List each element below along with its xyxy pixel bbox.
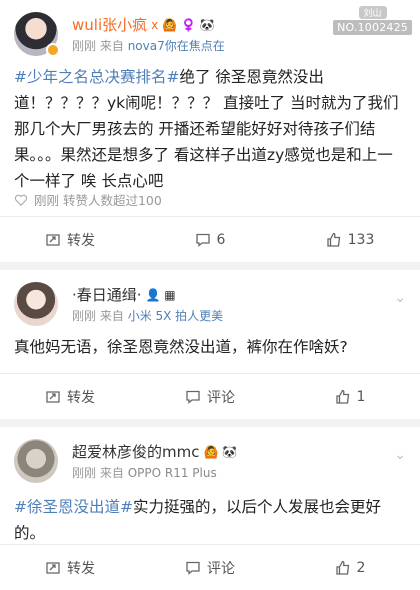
comment-button[interactable]: 评论 <box>140 374 280 419</box>
post-meta: 刚刚 来自 小米 5X 拍人更美 <box>72 307 223 324</box>
like-count: 133 <box>347 231 375 248</box>
hashtag-link[interactable]: #徐圣恩没出道# <box>14 498 133 516</box>
username[interactable]: ·春日通缉· <box>72 284 142 305</box>
stats-text: 刚刚 转赞人数超过100 <box>34 193 162 208</box>
post-source[interactable]: OPPO R11 Plus <box>128 466 217 480</box>
watermark: 刘山 NO.1002425 <box>333 6 412 35</box>
post-text: 真他妈无语，徐圣恩竟然没出道，裤你在作啥妖? <box>14 334 408 360</box>
post-card: 超爱林彦俊的mmc 🙆 🐼 刚刚 来自 OPPO R11 Plus ⌄ #徐圣恩… <box>0 427 420 590</box>
comment-button[interactable]: 评论 <box>140 545 280 590</box>
repost-label: 转发 <box>67 389 95 406</box>
repost-icon <box>46 233 60 246</box>
comment-icon <box>195 233 210 247</box>
like-button[interactable]: 1 <box>280 374 420 419</box>
action-bar: 转发 6 133 <box>0 216 420 262</box>
comment-label: 评论 <box>207 389 235 406</box>
repost-label: 转发 <box>67 232 95 249</box>
comment-label: 评论 <box>207 560 235 577</box>
thumbs-up-icon <box>326 232 340 247</box>
username[interactable]: wuli张小疯 <box>72 14 147 35</box>
post-text: #徐圣恩没出道#实力挺强的，以后个人发展也会更好的。 <box>14 494 408 546</box>
repost-icon <box>46 561 60 574</box>
action-bar: 转发 评论 2 <box>0 544 420 590</box>
thumbs-up-icon <box>335 389 349 404</box>
source-prefix: 来自 <box>99 39 124 53</box>
post-body: 绝了 徐圣恩竟然没出道！？？？？yk闹呢！？？？ 直接吐了 当时就为了我们那几个… <box>14 68 399 190</box>
user-badges-icon: 🙆 🐼 <box>203 444 238 459</box>
watermark-number: NO.1002425 <box>333 20 412 35</box>
like-button[interactable]: 133 <box>280 217 420 262</box>
chevron-down-icon[interactable]: ⌄ <box>394 290 406 306</box>
post-time: 刚刚 <box>72 39 97 53</box>
watermark-text: 刘山 <box>358 6 387 19</box>
username[interactable]: 超爱林彦俊的mmc <box>72 441 199 462</box>
comment-count: 6 <box>216 231 226 248</box>
source-prefix: 来自 <box>99 466 124 480</box>
comment-button[interactable]: 6 <box>140 217 280 262</box>
user-badges-icon: 🙆 ♀️ 🐼 <box>162 17 215 32</box>
post-header: 超爱林彦俊的mmc 🙆 🐼 刚刚 来自 OPPO R11 Plus ⌄ <box>14 437 406 487</box>
post-meta: 刚刚 来自 OPPO R11 Plus <box>72 464 217 481</box>
repost-button[interactable]: 转发 <box>0 217 140 262</box>
avatar[interactable] <box>14 439 58 483</box>
thumbs-up-icon <box>335 560 349 575</box>
like-button[interactable]: 2 <box>280 545 420 590</box>
post-card: wuli张小疯 x 🙆 ♀️ 🐼 刚刚 来自 nova7你在焦点在 #少年之名总… <box>0 0 420 262</box>
action-bar: 转发 评论 1 <box>0 373 420 419</box>
comment-icon <box>186 561 200 575</box>
repost-icon <box>46 390 60 403</box>
repost-label: 转发 <box>67 560 95 577</box>
chevron-down-icon[interactable]: ⌄ <box>394 447 406 463</box>
post-text: #少年之名总决赛排名#绝了 徐圣恩竟然没出道！？？？？yk闹呢！？？？ 直接吐了… <box>14 64 408 194</box>
verified-badge-icon <box>46 43 60 57</box>
post-source[interactable]: nova7你在焦点在 <box>128 39 225 53</box>
avatar[interactable] <box>14 282 58 326</box>
post-header: ·春日通缉· 👤 ▦ 刚刚 来自 小米 5X 拍人更美 ⌄ <box>14 280 406 330</box>
post-card: ·春日通缉· 👤 ▦ 刚刚 来自 小米 5X 拍人更美 ⌄ 真他妈无语，徐圣恩竟… <box>0 270 420 419</box>
heart-icon <box>14 194 28 206</box>
user-badges-icon: 👤 ▦ <box>145 287 176 302</box>
repost-button[interactable]: 转发 <box>0 374 140 419</box>
source-prefix: 来自 <box>99 309 124 323</box>
comment-icon <box>186 390 200 404</box>
post-time: 刚刚 <box>72 309 97 323</box>
post-time: 刚刚 <box>72 466 97 480</box>
post-body: 真他妈无语，徐圣恩竟然没出道，裤你在作啥妖? <box>14 338 348 356</box>
like-count: 2 <box>356 559 366 576</box>
post-stats: 刚刚 转赞人数超过100 <box>14 190 162 209</box>
hashtag-link[interactable]: #少年之名总决赛排名# <box>14 68 179 86</box>
post-source[interactable]: 小米 5X 拍人更美 <box>128 309 224 323</box>
post-meta: 刚刚 来自 nova7你在焦点在 <box>72 37 225 54</box>
like-count: 1 <box>356 388 366 405</box>
repost-button[interactable]: 转发 <box>0 545 140 590</box>
username-suffix: x <box>151 17 159 32</box>
